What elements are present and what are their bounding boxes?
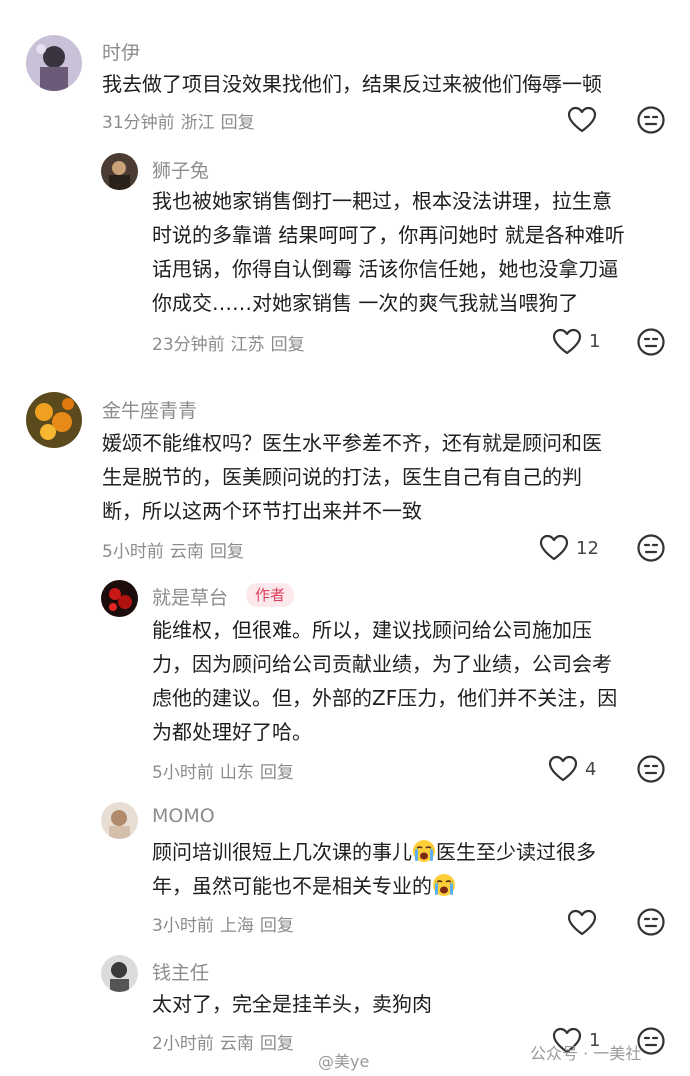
comment-meta: 5小时前 云南 回复: [102, 537, 250, 562]
like-count: 12: [576, 538, 599, 559]
meh-face-icon[interactable]: [636, 327, 666, 357]
comment-meta: 3小时前 上海 回复: [152, 911, 300, 936]
avatar[interactable]: [101, 955, 138, 992]
comment-text: 太对了，完全是挂羊头，卖狗肉: [152, 992, 432, 1016]
comment-text: 我去做了项目没效果找他们，结果反过来被他们侮辱一顿: [102, 72, 602, 96]
like-count: 1: [589, 331, 601, 352]
comment-time: 3小时前: [152, 916, 214, 936]
heart-icon[interactable]: [567, 909, 597, 937]
weibo-watermark: @美ye: [318, 1052, 370, 1071]
avatar[interactable]: [101, 580, 138, 617]
avatar-image: [26, 35, 82, 91]
comment-text: 能维权，但很难。所以，建议找顾问给公司施加压 力，因为顾问给公司贡献业绩，为了业…: [152, 618, 618, 744]
avatar[interactable]: [26, 35, 82, 91]
meh-face-icon[interactable]: [636, 105, 666, 135]
comment-time: 31分钟前: [102, 113, 175, 133]
comment-author[interactable]: 狮子兔: [152, 156, 209, 183]
reply-button[interactable]: 回复: [260, 763, 294, 783]
avatar[interactable]: [26, 392, 82, 448]
comment-meta: 31分钟前 浙江 回复: [102, 108, 261, 133]
comment-author[interactable]: 就是草台: [152, 583, 228, 610]
comment-text: 媛颂不能维权吗？医生水平参差不齐，还有就是顾问和医 生是脱节的，医美顾问说的打法…: [102, 431, 602, 523]
reply-button[interactable]: 回复: [260, 1034, 294, 1054]
loudly-crying-face-emoji: [433, 874, 455, 896]
heart-icon[interactable]: [548, 755, 578, 783]
comment-meta: 5小时前 山东 回复: [152, 758, 300, 783]
comment-time: 5小时前: [152, 763, 214, 783]
avatar[interactable]: [101, 153, 138, 190]
author-badge: 作者: [246, 583, 295, 607]
comment-location: 山东: [219, 763, 254, 783]
comment-location: 江苏: [230, 335, 265, 355]
avatar-image: [101, 955, 138, 992]
meh-face-icon[interactable]: [636, 907, 666, 937]
reply-button[interactable]: 回复: [271, 335, 305, 355]
heart-icon[interactable]: [552, 328, 582, 356]
comment-location: 浙江: [180, 113, 215, 133]
comment-author[interactable]: 钱主任: [152, 958, 209, 985]
comment-author[interactable]: MOMO: [152, 805, 215, 827]
comment-meta: 23分钟前 江苏 回复: [152, 330, 311, 355]
comment-author[interactable]: 时伊: [102, 38, 140, 65]
comment-text: 我也被她家销售倒打一耙过，根本没法讲理，拉生意 时说的多靠谱 结果呵呵了，你再问…: [152, 189, 625, 315]
avatar[interactable]: [101, 802, 138, 839]
comment-location: 上海: [219, 916, 254, 936]
reply-button[interactable]: 回复: [260, 916, 294, 936]
comment-time: 2小时前: [152, 1034, 214, 1054]
comment-location: 云南: [169, 542, 204, 562]
like-count: 4: [585, 759, 597, 780]
comment-author[interactable]: 金牛座青青: [102, 396, 197, 423]
wechat-watermark: 公众号 · 一美社: [530, 1044, 642, 1063]
comment-time: 23分钟前: [152, 335, 225, 355]
loudly-crying-face-emoji: [413, 840, 435, 862]
comment-meta: 2小时前 云南 回复: [152, 1029, 300, 1054]
comment-time: 5小时前: [102, 542, 164, 562]
reply-button[interactable]: 回复: [221, 113, 255, 133]
comment-text: 顾问培训很短上几次课的事儿 医生至少读过很多 年，虽然可能也不是相关专业的: [152, 840, 596, 898]
reply-button[interactable]: 回复: [210, 542, 244, 562]
avatar-image: [26, 392, 82, 448]
meh-face-icon[interactable]: [636, 533, 666, 563]
avatar-image: [101, 580, 138, 617]
avatar-image: [101, 153, 138, 190]
heart-icon[interactable]: [567, 106, 597, 134]
comment-location: 云南: [219, 1034, 254, 1054]
heart-icon[interactable]: [539, 534, 569, 562]
meh-face-icon[interactable]: [636, 754, 666, 784]
avatar-image: [101, 802, 138, 839]
